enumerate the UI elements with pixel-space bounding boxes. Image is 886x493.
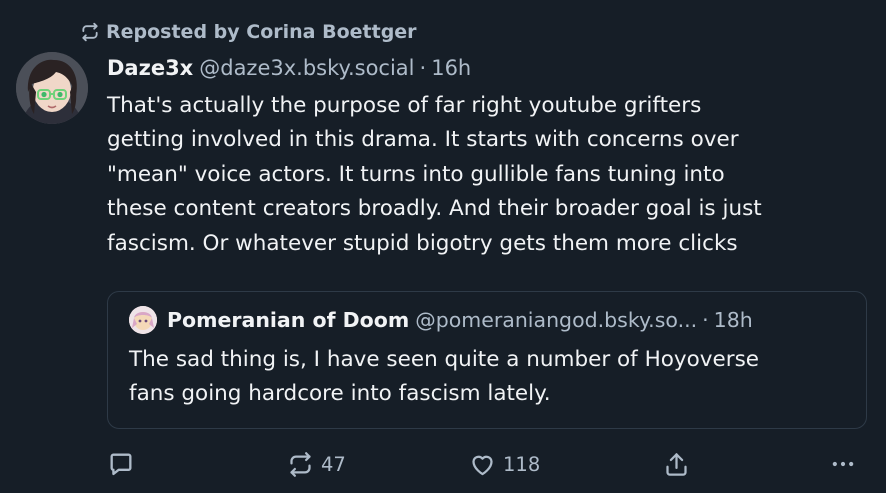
post-timestamp[interactable]: 16h — [431, 56, 471, 80]
quote-timestamp[interactable]: 18h — [714, 308, 753, 332]
like-count: 118 — [503, 452, 541, 476]
repost-icon — [80, 22, 100, 42]
author-handle[interactable]: @daze3x.bsky.social — [199, 56, 414, 80]
repost-count: 47 — [321, 452, 346, 476]
avatar[interactable] — [16, 52, 88, 124]
reply-icon — [107, 450, 135, 478]
quote-author-name[interactable]: Pomeranian of Doom — [167, 308, 409, 332]
post-action-bar: 47 118 — [107, 448, 867, 480]
share-icon — [663, 451, 690, 478]
quote-text: The sad thing is, I have seen quite a nu… — [129, 347, 760, 406]
quote-author-handle[interactable]: @pomeraniangod.bsky.so... — [415, 308, 697, 332]
quoted-post[interactable]: Pomeranian of Doom @pomeraniangod.bsky.s… — [107, 291, 867, 429]
repost-button[interactable]: 47 — [287, 448, 346, 480]
share-button[interactable] — [663, 448, 690, 480]
post-text: That's actually the purpose of far right… — [107, 93, 762, 256]
post-header: Daze3x @daze3x.bsky.social · 16h — [107, 53, 471, 83]
quote-separator-dot: · — [702, 308, 709, 332]
quote-header: Pomeranian of Doom @pomeraniangod.bsky.s… — [129, 306, 753, 334]
heart-icon — [469, 451, 496, 478]
more-options-button[interactable] — [829, 448, 857, 480]
repost-label: Reposted by Corina Boettger — [106, 21, 417, 43]
repost-action-icon — [287, 451, 314, 478]
like-button[interactable]: 118 — [469, 448, 540, 480]
quote-avatar[interactable] — [129, 306, 157, 334]
author-name[interactable]: Daze3x — [107, 56, 193, 80]
reply-button[interactable] — [107, 448, 135, 480]
more-icon — [829, 450, 857, 478]
separator-dot: · — [419, 56, 427, 80]
repost-attribution[interactable]: Reposted by Corina Boettger — [80, 19, 417, 45]
